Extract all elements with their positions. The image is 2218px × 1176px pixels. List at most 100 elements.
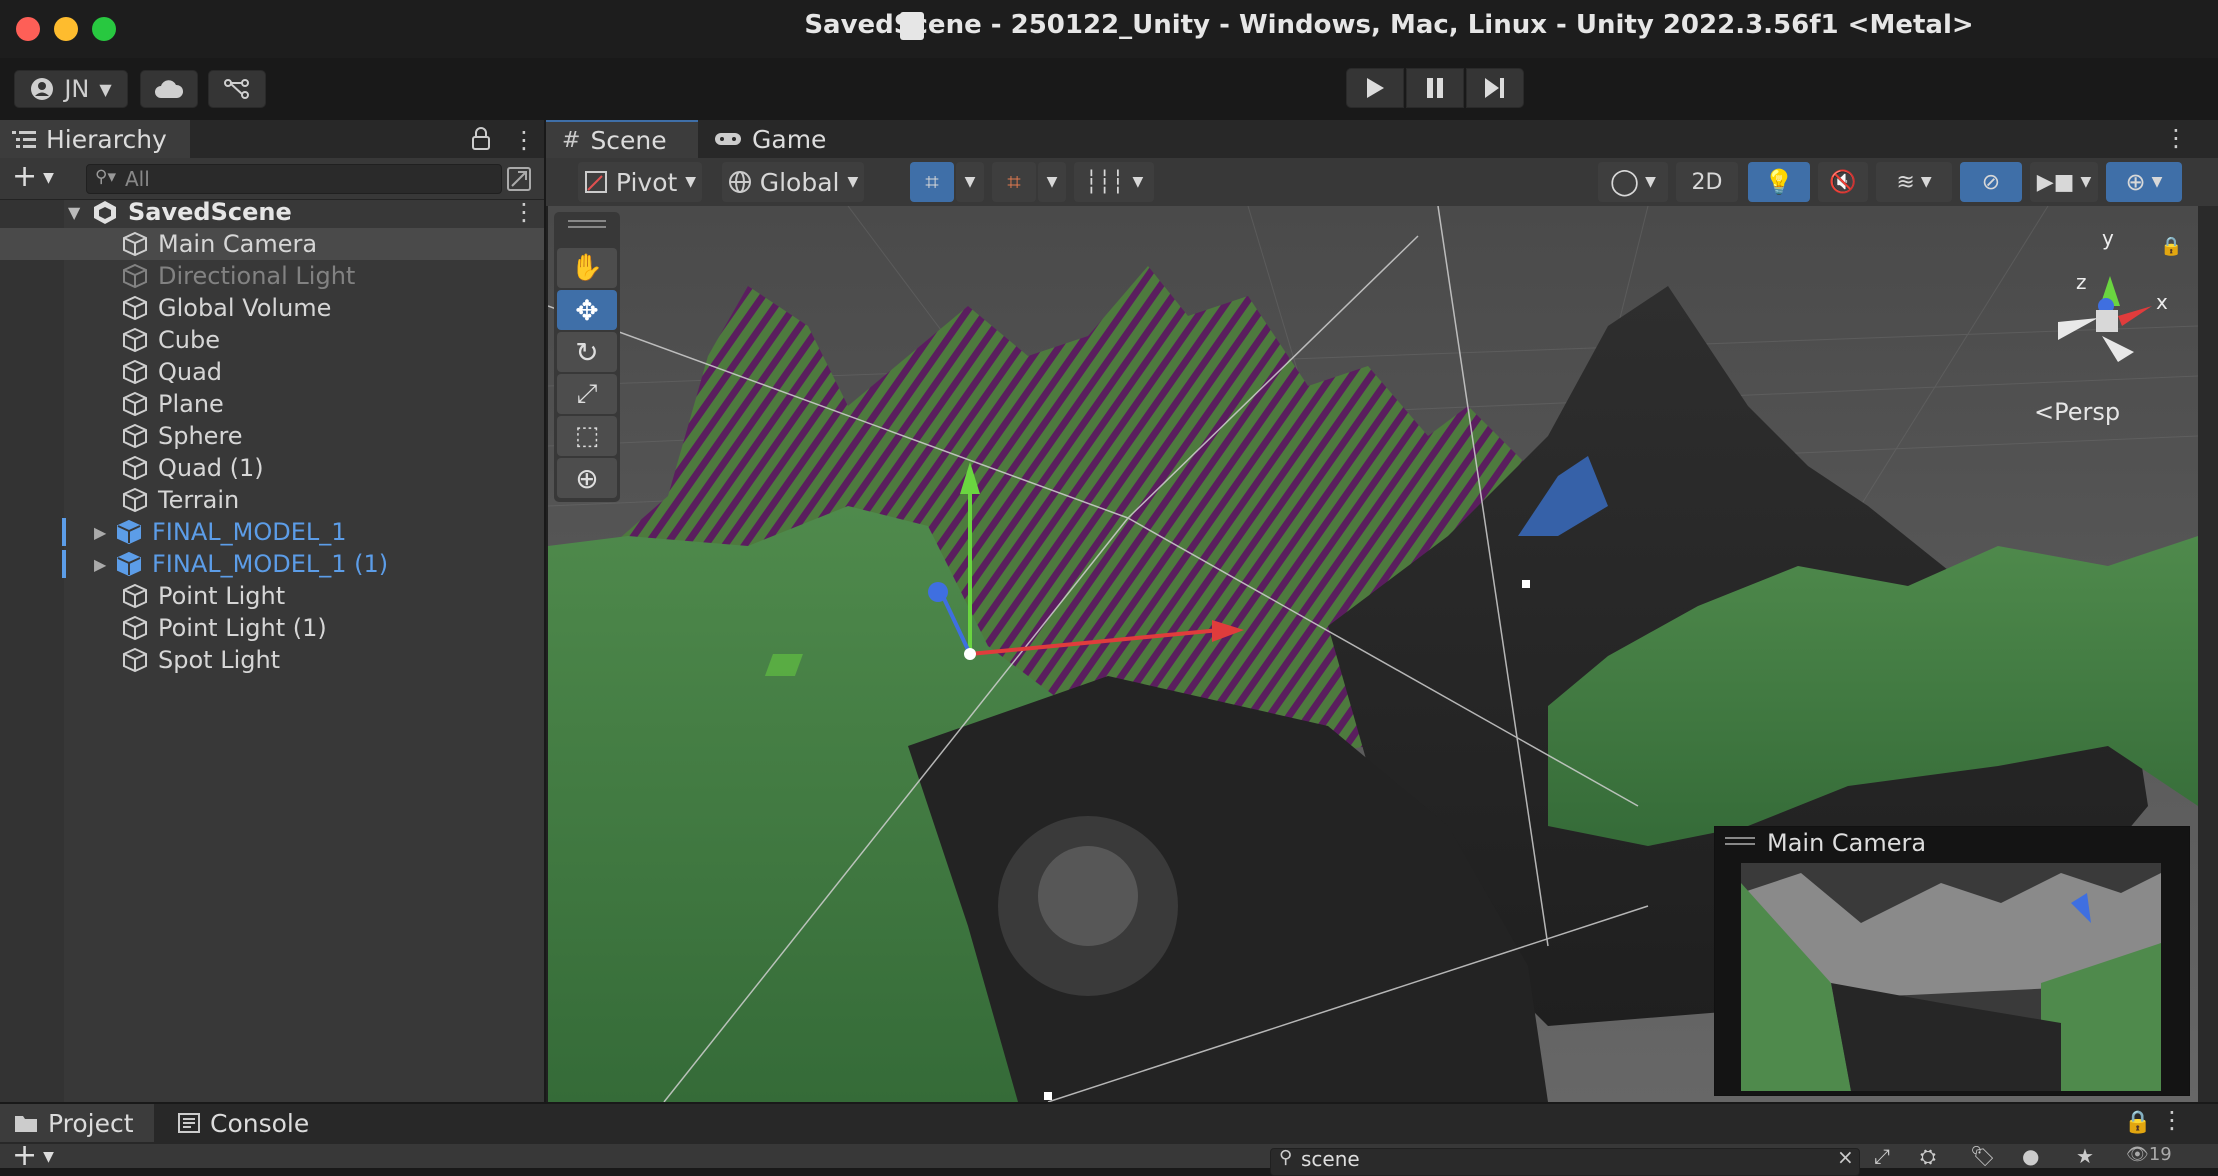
scene-root-row[interactable]: ▼ SavedScene ⋮ [0, 196, 544, 228]
panel-menu-icon[interactable]: ⋮ [512, 126, 536, 154]
move-tool-button[interactable]: ✥ [557, 290, 617, 330]
cloud-button[interactable] [140, 70, 198, 108]
chevron-down-icon: ▼ [1920, 174, 1932, 190]
camera-preview-image [1741, 863, 2161, 1091]
hierarchy-item-label: Cube [158, 326, 220, 354]
hierarchy-item[interactable]: Point Light [0, 580, 544, 612]
search-options-icon[interactable] [506, 166, 532, 192]
hierarchy-item[interactable]: Directional Light [0, 260, 544, 292]
expand-arrow-icon[interactable]: ▶ [94, 555, 116, 574]
filter-log-icon[interactable]: ● [2022, 1144, 2039, 1168]
create-add-button[interactable]: + ▼ [12, 162, 54, 193]
hierarchy-item-label: Quad [158, 358, 223, 386]
palette-handle-icon[interactable] [568, 220, 606, 222]
global-dropdown[interactable]: Global ▼ [722, 162, 864, 202]
filter-type-icon[interactable]: ⛭ [1920, 1144, 1936, 1168]
hierarchy-item[interactable]: Terrain [0, 484, 544, 516]
expand-arrow-icon[interactable]: ▼ [68, 203, 92, 222]
rect-tool-button[interactable]: ⬚ [557, 416, 617, 456]
account-label: JN [64, 75, 90, 103]
filter-label-icon[interactable]: 🏷 [1970, 1144, 1995, 1168]
hierarchy-item-label: FINAL_MODEL_1 (1) [152, 550, 389, 578]
camera-settings-dropdown[interactable]: ▶■ ▼ [2030, 162, 2098, 202]
console-icon [178, 1113, 200, 1133]
scene-panel-menu-icon[interactable]: ⋮ [2164, 124, 2188, 152]
eye-icon: 👁 [2126, 1144, 2149, 1165]
grid-snap-icon: ⌗ [925, 168, 939, 196]
hierarchy-item[interactable]: Point Light (1) [0, 612, 544, 644]
hierarchy-item[interactable]: Quad [0, 356, 544, 388]
hierarchy-item[interactable]: Plane [0, 388, 544, 420]
gizmo-icon: ⊕ [2125, 168, 2146, 196]
hierarchy-item[interactable]: Main Camera [0, 228, 544, 260]
audio-toggle[interactable]: 🔇 [1818, 162, 1868, 202]
hidden-count-badge[interactable]: 👁19 [2126, 1144, 2172, 1165]
tab-game[interactable]: Game [714, 120, 834, 158]
gizmos-dropdown[interactable]: ⊕ ▼ [2106, 162, 2182, 202]
step-icon [1485, 78, 1504, 98]
expand-arrow-icon[interactable]: ▶ [94, 523, 116, 542]
draw-mode-dropdown[interactable]: ◯ ▼ [1598, 162, 1668, 202]
overlay-handle-icon[interactable] [1725, 837, 1755, 839]
version-control-button[interactable] [208, 70, 266, 108]
ruler-snap-dropdown[interactable]: ┆┆┆ ▼ [1074, 162, 1154, 202]
hierarchy-item[interactable]: Spot Light [0, 644, 544, 676]
hierarchy-item-label: Directional Light [158, 262, 356, 290]
hierarchy-item[interactable]: Cube [0, 324, 544, 356]
gizmo-y-label: y [2102, 226, 2114, 250]
search-window-icon[interactable]: ⤢ [1874, 1144, 1890, 1168]
lock-icon[interactable] [470, 126, 492, 152]
increment-snap-dropdown[interactable]: ▼ [1038, 162, 1066, 202]
rotate-tool-button[interactable]: ↻ [557, 332, 617, 372]
viewport-scrollbar[interactable] [2198, 206, 2218, 1102]
clear-search-icon[interactable]: × [1837, 1145, 1854, 1169]
hierarchy-item[interactable]: Global Volume [0, 292, 544, 324]
hierarchy-item[interactable]: Sphere [0, 420, 544, 452]
gameobject-cube-icon [123, 359, 147, 385]
effects-dropdown[interactable]: ≋ ▼ [1876, 162, 1952, 202]
projection-toggle[interactable]: <Persp [2034, 398, 2120, 426]
gizmo-lock-icon[interactable]: 🔒 [2160, 236, 2182, 257]
tab-console[interactable]: Console [178, 1104, 328, 1142]
pause-button[interactable] [1406, 68, 1464, 108]
play-button[interactable] [1346, 68, 1404, 108]
cloud-icon [155, 80, 184, 98]
project-search-input[interactable]: ⚲ scene × [1270, 1145, 1860, 1176]
tab-hierarchy[interactable]: Hierarchy [0, 120, 190, 158]
grid-snap-dropdown[interactable]: ▼ [956, 162, 984, 202]
tab-scene[interactable]: # Scene [546, 120, 698, 158]
chevron-down-icon: ▼ [964, 174, 976, 190]
pivot-dropdown[interactable]: Pivot ▼ [578, 162, 702, 202]
layers-icon: ≋ [1896, 169, 1915, 195]
tab-project[interactable]: Project [0, 1104, 154, 1142]
window-title: SavedScene - 250122_Unity - Windows, Mac… [804, 10, 1974, 40]
scale-tool-button[interactable]: ⤢ [557, 374, 617, 414]
prefab-override-bar [62, 518, 66, 546]
ruler-icon: ┆┆┆ [1084, 169, 1125, 195]
move-arrows-icon: ✥ [575, 293, 599, 327]
scene-visibility-toggle[interactable]: ⊘ [1960, 162, 2022, 202]
pivot-icon [584, 171, 607, 193]
hierarchy-item[interactable]: Quad (1) [0, 452, 544, 484]
user-icon [31, 78, 54, 100]
lighting-toggle[interactable]: 💡 [1748, 162, 1810, 202]
scene-menu-icon[interactable]: ⋮ [512, 198, 536, 226]
bottom-lock-icon[interactable]: 🔒 [2124, 1110, 2151, 1135]
favorites-star-icon[interactable]: ★ [2076, 1144, 2094, 1168]
hand-tool-button[interactable]: ✋ [557, 248, 617, 288]
scene-viewport[interactable]: ✋ ✥ ↻ ⤢ ⬚ ⊕ y x z 🔒 <Persp Main Camera [548, 206, 2198, 1102]
light-bulb-icon: 💡 [1764, 168, 1794, 196]
2d-toggle[interactable]: 2D [1676, 162, 1738, 202]
bottom-panel-menu-icon[interactable]: ⋮ [2160, 1106, 2184, 1134]
orientation-gizmo[interactable]: y x z [2018, 226, 2178, 386]
hierarchy-search-input[interactable]: ⚲▾ All [86, 164, 502, 194]
account-button[interactable]: JN ▼ [14, 70, 128, 108]
grid-snapping-toggle[interactable]: ⌗ [910, 162, 954, 202]
hierarchy-tab-label: Hierarchy [46, 124, 167, 154]
transform-tool-button[interactable]: ⊕ [557, 458, 617, 498]
hierarchy-item[interactable]: ▶ FINAL_MODEL_1 (1) [0, 548, 544, 580]
scene-tab-label: Scene [590, 125, 667, 155]
hierarchy-item[interactable]: ▶ FINAL_MODEL_1 [0, 516, 544, 548]
increment-snap-toggle[interactable]: ⌗ [992, 162, 1036, 202]
step-button[interactable] [1466, 68, 1524, 108]
